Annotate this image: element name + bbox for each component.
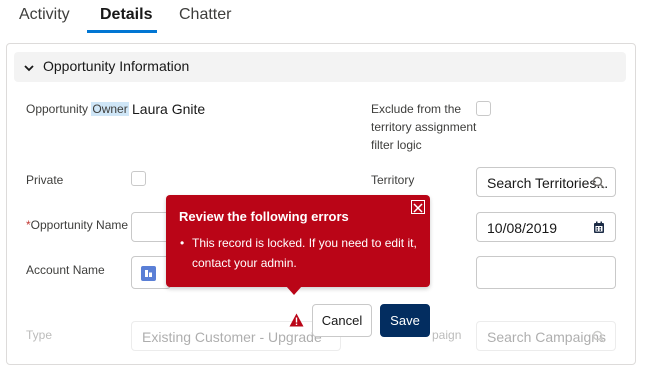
tab-chatter[interactable]: Chatter — [179, 6, 231, 24]
campaign-placeholder: Search Campaigns — [487, 329, 607, 345]
save-button[interactable]: Save — [380, 304, 430, 337]
search-icon — [592, 176, 605, 192]
type-select[interactable]: Existing Customer - Upgrade — [131, 321, 341, 351]
opportunity-name-label-text: Opportunity Name — [30, 218, 129, 232]
cancel-button[interactable]: Cancel — [312, 304, 372, 337]
exclude-label: Exclude from the territory assignment fi… — [371, 100, 476, 154]
owner-label-prefix: Opportunity — [26, 102, 92, 116]
active-tab-indicator — [87, 30, 157, 33]
owner-label: Opportunity Owner — [26, 100, 129, 118]
error-message: • This record is locked. If you need to … — [178, 233, 418, 273]
error-popover-arrow — [286, 286, 302, 295]
opportunity-name-input[interactable] — [131, 212, 171, 242]
error-bullet: • — [180, 236, 185, 250]
type-label: Type — [26, 328, 53, 342]
account-icon — [141, 266, 156, 284]
calendar-icon[interactable] — [593, 221, 605, 237]
territory-placeholder: Search Territories... — [487, 175, 609, 191]
error-popover: Review the following errors • This recor… — [166, 195, 430, 287]
exclude-label-line1: Exclude from the — [371, 102, 462, 116]
private-label: Private — [26, 173, 64, 187]
error-message-text: This record is locked. If you need to ed… — [192, 236, 417, 270]
chevron-down-icon — [23, 61, 35, 79]
private-checkbox[interactable] — [131, 171, 146, 186]
warning-icon[interactable] — [289, 313, 304, 332]
error-popover-title: Review the following errors — [179, 209, 349, 224]
tab-bar: Activity Details Chatter — [0, 0, 648, 34]
exclude-label-line3: filter logic — [371, 138, 422, 152]
close-date-value: 10/08/2019 — [487, 220, 558, 236]
opportunity-name-label: *Opportunity Name — [26, 216, 128, 234]
account-name-input[interactable] — [131, 256, 171, 289]
campaign-label-partial: paign — [432, 328, 462, 342]
close-icon[interactable] — [411, 200, 425, 214]
campaign-search-input[interactable]: Search Campaigns — [476, 321, 616, 351]
search-icon — [592, 330, 605, 346]
section-header-opportunity-information[interactable]: Opportunity Information — [14, 52, 626, 82]
blank-field-input[interactable] — [476, 256, 616, 289]
owner-value[interactable]: Laura Gnite — [132, 101, 205, 117]
territory-label: Territory — [371, 173, 415, 187]
exclude-label-line2: territory assignment — [371, 120, 477, 134]
close-date-input[interactable]: 10/08/2019 — [476, 212, 616, 242]
account-name-label: Account Name — [26, 263, 105, 277]
section-title: Opportunity Information — [43, 58, 190, 74]
territory-search-input[interactable]: Search Territories... — [476, 167, 616, 197]
owner-label-highlight: Owner — [91, 102, 129, 116]
tab-details[interactable]: Details — [100, 6, 152, 24]
tab-activity[interactable]: Activity — [19, 6, 70, 24]
exclude-checkbox[interactable] — [476, 101, 491, 116]
